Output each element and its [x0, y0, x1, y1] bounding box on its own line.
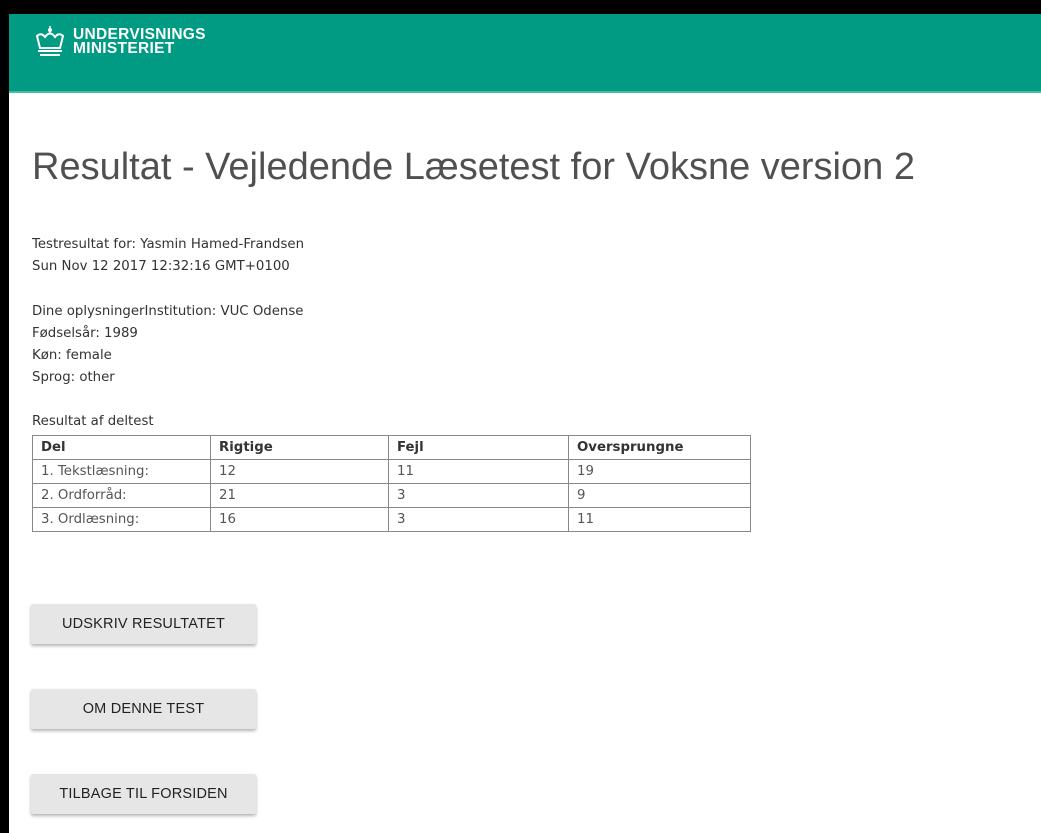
result-header: Testresultat for: Yasmin Hamed-Frandsen …: [32, 234, 304, 278]
results-table: Del Rigtige Fejl Oversprungne 1. Tekstlæ…: [32, 435, 751, 532]
testresult-for: Testresultat for: Yasmin Hamed-Frandsen: [32, 237, 305, 252]
ministry-logo[interactable]: UNDERVISNINGS MINISTERIET: [33, 26, 206, 58]
table-cell: 3. Ordlæsning:: [32, 507, 211, 532]
result-timestamp: Sun Nov 12 2017 12:32:16 GMT+0100: [32, 259, 290, 274]
table-cell: 3: [388, 483, 569, 508]
table-cell: 2. Ordforråd:: [32, 483, 211, 508]
table-row: 3. Ordlæsning: 16 3 11: [32, 507, 751, 532]
institution-info: Dine oplysningerInstitution: VUC Odense: [32, 304, 304, 319]
table-cell: 11: [388, 459, 569, 484]
gender-info: Køn: female: [32, 348, 112, 363]
page-title: Resultat - Vejledende Læsetest for Voksn…: [32, 146, 915, 188]
table-caption: Resultat af deltest: [32, 414, 154, 429]
column-header-fejl: Fejl: [388, 435, 569, 460]
table-cell: 21: [210, 483, 389, 508]
logo-line-2: MINISTERIET: [73, 40, 175, 57]
crown-icon: [35, 26, 65, 56]
table-row: 1. Tekstlæsning: 12 11 19: [32, 459, 751, 484]
back-to-home-button[interactable]: TILBAGE TIL FORSIDEN: [31, 774, 256, 814]
table-cell: 1. Tekstlæsning:: [32, 459, 211, 484]
top-header: UNDERVISNINGS MINISTERIET: [9, 14, 1041, 93]
birth-year-info: Fødselsår: 1989: [32, 326, 138, 341]
table-header-row: Del Rigtige Fejl Oversprungne: [32, 435, 751, 460]
table-cell: 19: [568, 459, 751, 484]
personal-info: Dine oplysningerInstitution: VUC Odense …: [32, 301, 303, 389]
print-result-button[interactable]: UDSKRIV RESULTATET: [31, 604, 256, 644]
table-cell: 16: [210, 507, 389, 532]
column-header-del: Del: [32, 435, 211, 460]
table-cell: 12: [210, 459, 389, 484]
page-frame: UNDERVISNINGS MINISTERIET Resultat - Vej…: [9, 14, 1041, 833]
table-cell: 11: [568, 507, 751, 532]
language-info: Sprog: other: [32, 370, 115, 385]
table-cell: 9: [568, 483, 751, 508]
about-test-button[interactable]: OM DENNE TEST: [31, 689, 256, 729]
table-row: 2. Ordforråd: 21 3 9: [32, 483, 751, 508]
column-header-rigtige: Rigtige: [210, 435, 389, 460]
column-header-oversprungne: Oversprungne: [568, 435, 751, 460]
table-cell: 3: [388, 507, 569, 532]
